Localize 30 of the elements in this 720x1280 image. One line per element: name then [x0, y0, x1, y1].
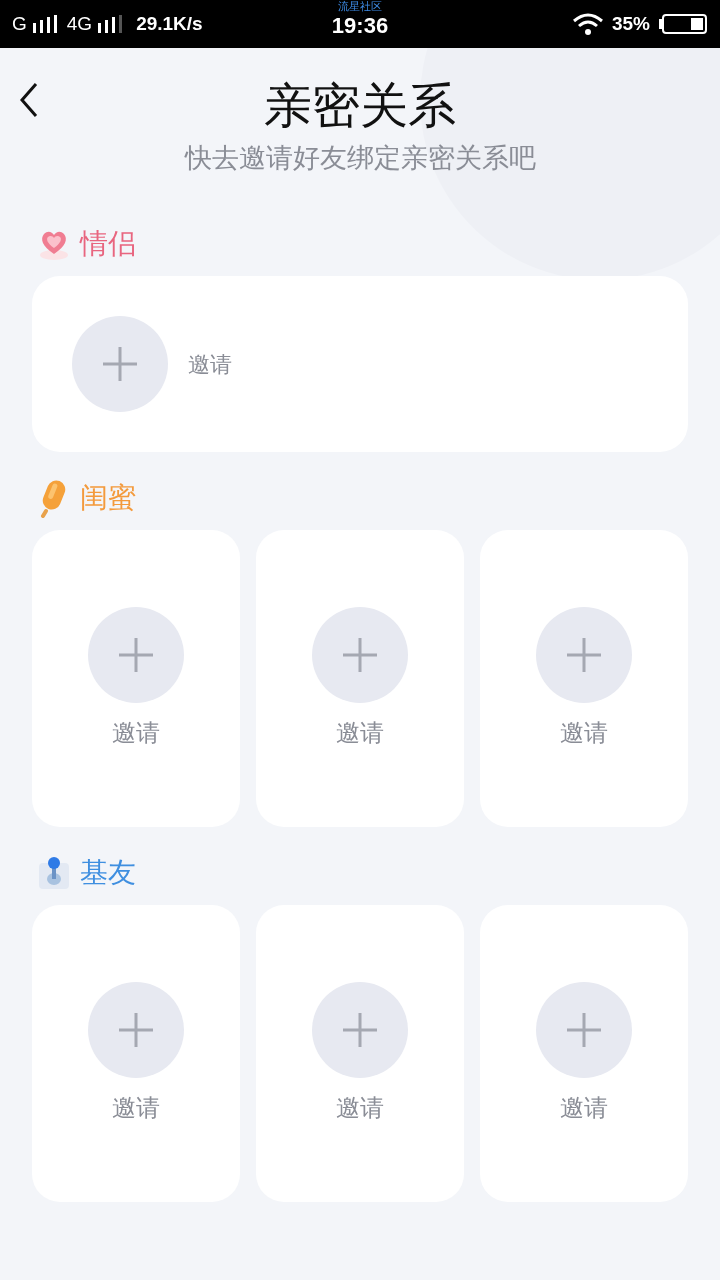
invite-card[interactable]: 邀请 — [32, 530, 240, 827]
wifi-icon — [571, 13, 604, 35]
invite-card[interactable]: 邀请 — [480, 530, 688, 827]
section-title: 情侣 — [80, 227, 136, 261]
invite-label: 邀请 — [112, 1092, 160, 1123]
invite-card[interactable]: 邀请 — [256, 530, 464, 827]
network-speed: 29.1K/s — [136, 11, 203, 36]
invite-card[interactable]: 邀请 — [32, 905, 240, 1202]
signal-icon — [30, 15, 59, 33]
page-title: 亲密关系 — [264, 78, 456, 134]
invite-label: 邀请 — [336, 717, 384, 748]
battery-percent: 35% — [611, 11, 650, 36]
battery-icon — [658, 13, 708, 35]
section-title: 基友 — [80, 856, 136, 890]
page-subtitle: 快去邀请好友绑定亲密关系吧 — [184, 142, 536, 175]
invite-card[interactable]: 邀请 — [32, 276, 688, 452]
network-label: 4G — [66, 11, 93, 36]
invite-label: 邀请 — [336, 1092, 384, 1123]
invite-card[interactable]: 邀请 — [256, 905, 464, 1202]
invite-label: 邀请 — [112, 717, 160, 748]
section-title: 闺蜜 — [80, 481, 136, 515]
joystick-icon — [36, 855, 72, 891]
clock: 19:36 — [331, 13, 389, 39]
signal-icon — [96, 15, 125, 33]
carrier-label: 流星社区 — [338, 0, 382, 13]
invite-card[interactable]: 邀请 — [480, 905, 688, 1202]
invite-label: 邀请 — [560, 1092, 608, 1123]
network-label: G — [12, 11, 27, 36]
invite-label: 邀请 — [560, 717, 608, 748]
invite-label: 邀请 — [188, 350, 232, 379]
